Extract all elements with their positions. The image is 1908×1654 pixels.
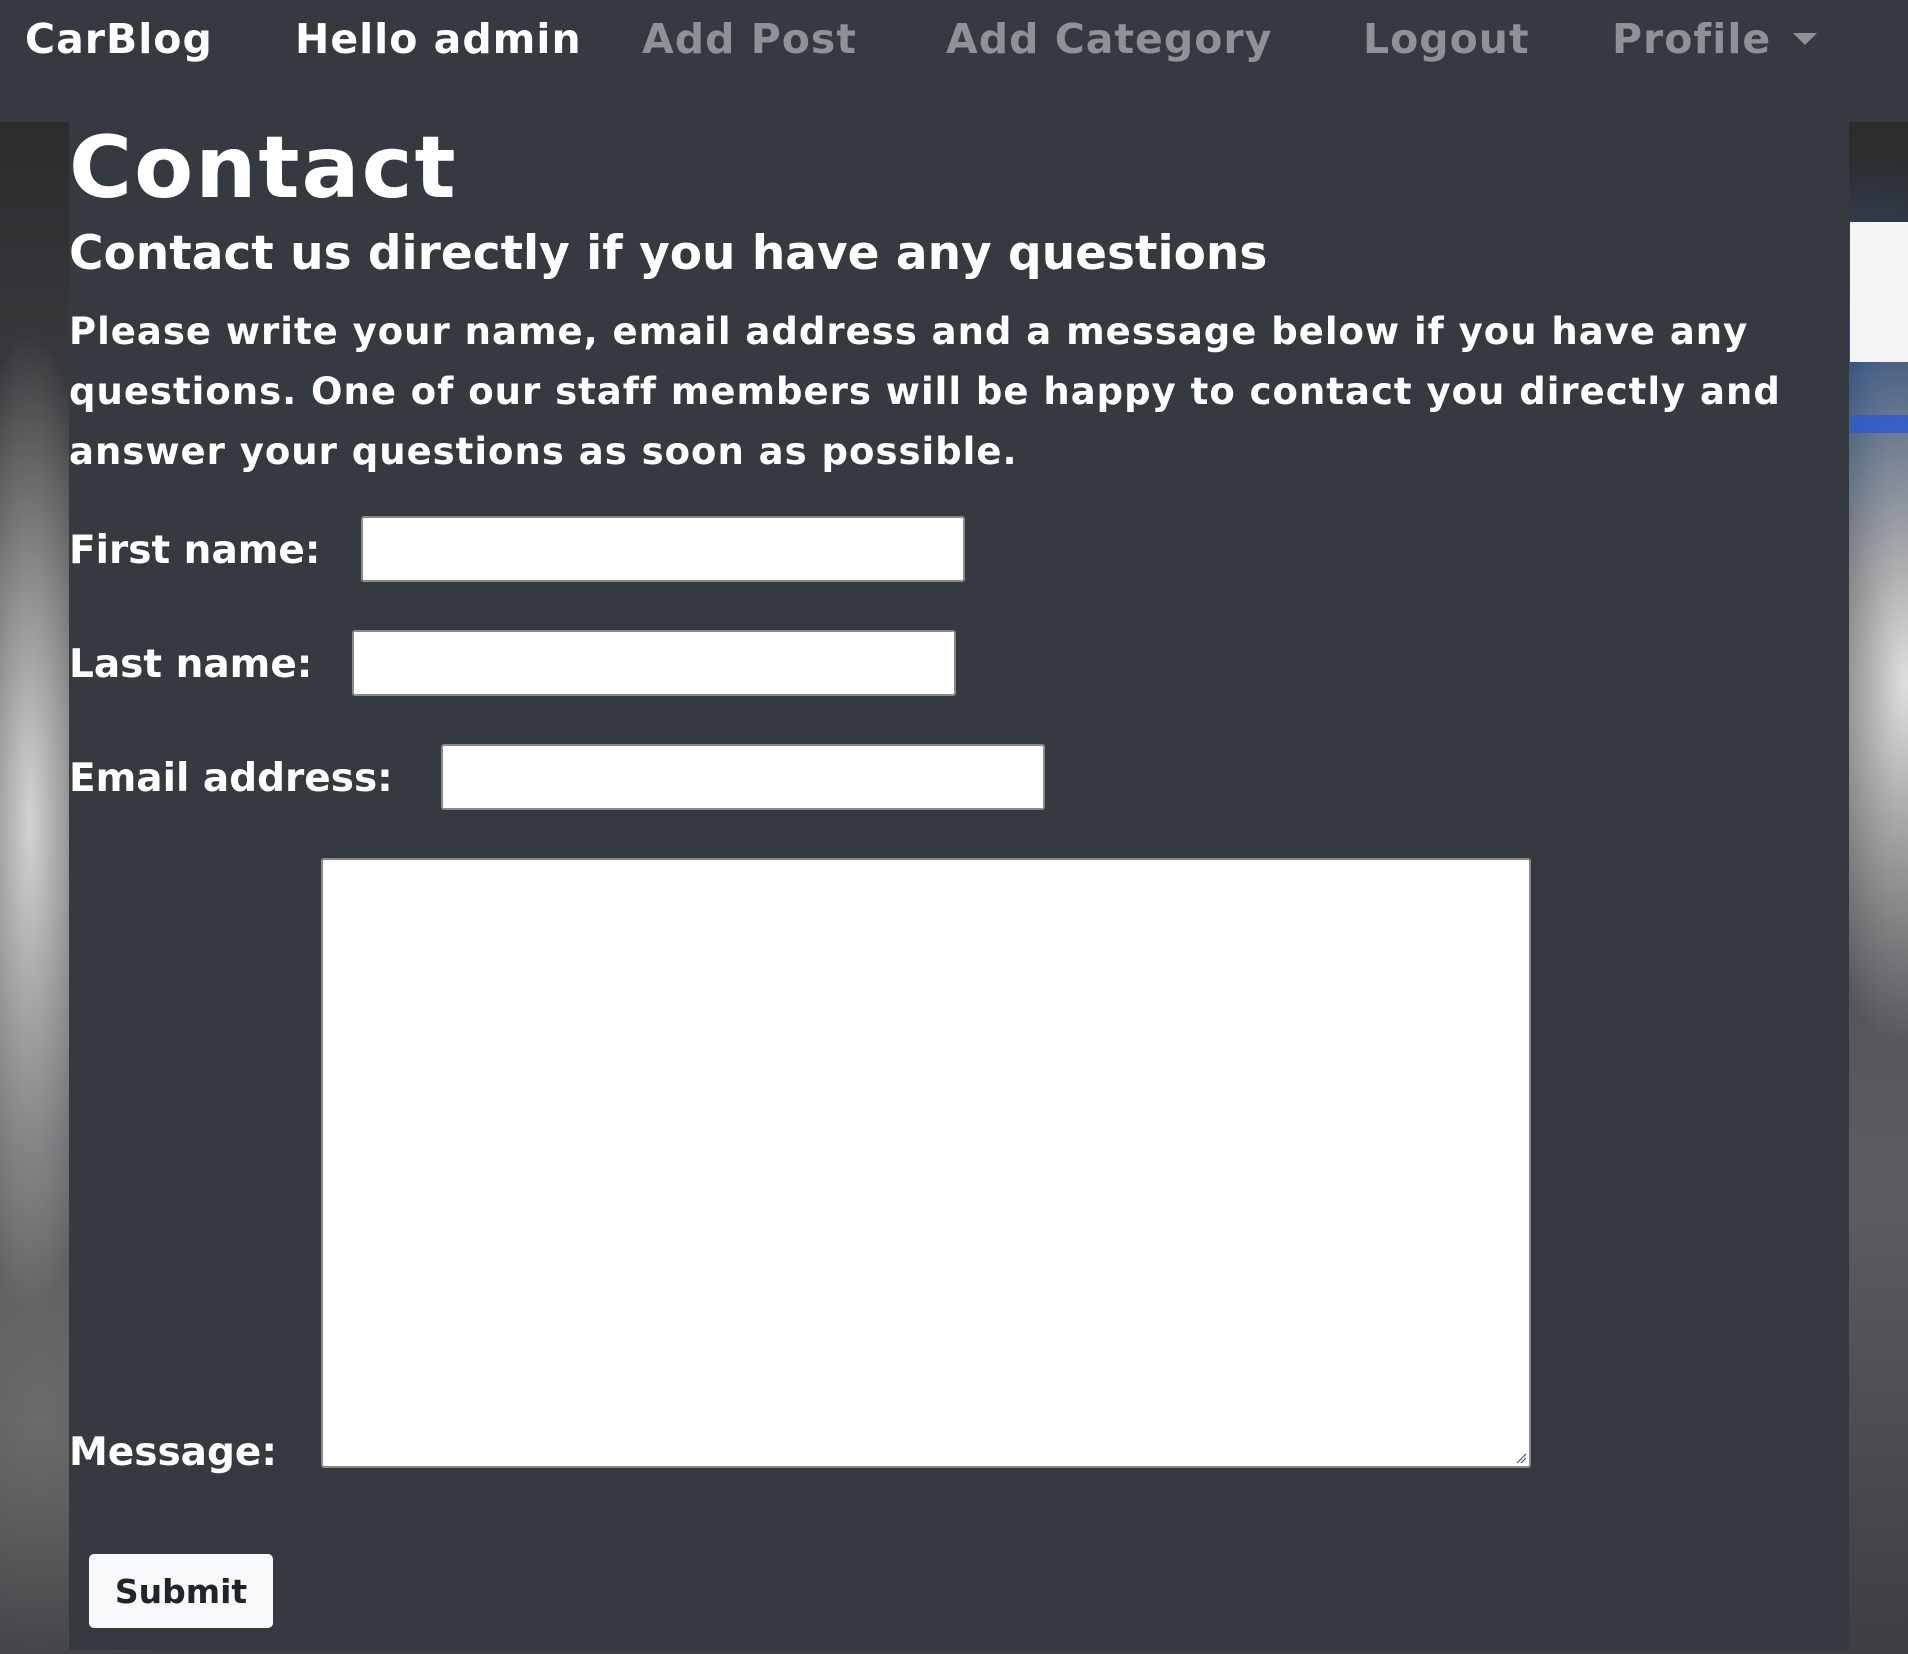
page-title: Contact xyxy=(69,118,458,218)
nav-add-category[interactable]: Add Category xyxy=(946,10,1272,68)
brand-link[interactable]: CarBlog xyxy=(25,10,213,68)
nav-add-post[interactable]: Add Post xyxy=(642,10,857,68)
caret-down-icon xyxy=(1793,33,1818,45)
first-name-label: First name: xyxy=(69,528,321,573)
nav-logout[interactable]: Logout xyxy=(1363,10,1530,68)
nav-profile-dropdown[interactable]: Profile xyxy=(1612,10,1818,68)
message-label: Message: xyxy=(69,1430,277,1475)
navbar: CarBlog Hello admin Add Post Add Categor… xyxy=(0,0,1908,122)
first-name-input[interactable] xyxy=(361,516,965,582)
contact-panel: Contact Contact us directly if you have … xyxy=(69,122,1849,1650)
background-car-accent xyxy=(1850,415,1908,433)
email-input[interactable] xyxy=(441,744,1045,810)
intro-text: Please write your name, email address an… xyxy=(69,310,1781,473)
email-label: Email address: xyxy=(69,756,393,801)
submit-button[interactable]: Submit xyxy=(89,1554,273,1628)
nav-profile-label: Profile xyxy=(1612,15,1772,63)
message-textarea[interactable] xyxy=(321,858,1531,1468)
page-subtitle: Contact us directly if you have any ques… xyxy=(69,226,1268,281)
last-name-input[interactable] xyxy=(352,630,956,696)
user-greeting[interactable]: Hello admin xyxy=(295,10,582,68)
background-car-highlight xyxy=(1850,222,1908,362)
resize-grip-icon[interactable] xyxy=(1515,1452,1527,1464)
last-name-label: Last name: xyxy=(69,642,313,687)
